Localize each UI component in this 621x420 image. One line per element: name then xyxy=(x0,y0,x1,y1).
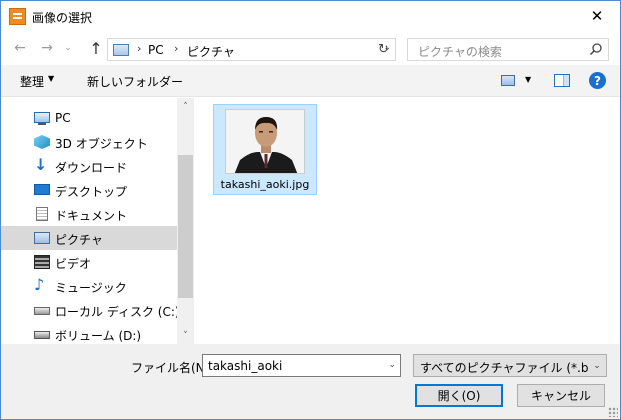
sidebar-item-volume-d[interactable]: ボリューム (D:) xyxy=(1,322,177,346)
sidebar-item-3d-objects[interactable]: 3D オブジェクト xyxy=(1,130,177,154)
download-icon: ↓ xyxy=(34,155,48,174)
address-bar[interactable]: › PC › ピクチャ ⌄ xyxy=(107,38,396,61)
sidebar-item-pc[interactable]: PC xyxy=(1,106,177,130)
sidebar-item-label: デスクトップ xyxy=(55,185,128,199)
3d-objects-icon xyxy=(34,135,50,149)
sidebar-item-label: ダウンロード xyxy=(55,161,128,175)
sidebar-item-label: ミュージック xyxy=(55,281,127,295)
scrollbar-thumb[interactable] xyxy=(178,155,193,298)
resize-grip[interactable] xyxy=(608,407,618,417)
local-disk-icon xyxy=(34,307,50,315)
sidebar-item-pictures[interactable]: ピクチャ xyxy=(1,226,177,250)
window-title: 画像の選択 xyxy=(32,11,93,25)
dialog-footer: ファイル名(N): takashi_aoki ⌄ すべてのピクチャファイル (*… xyxy=(1,344,620,419)
sidebar-item-videos[interactable]: ビデオ xyxy=(1,250,177,274)
volume-icon xyxy=(34,331,50,339)
scroll-up-chevron-icon[interactable]: ˄ xyxy=(177,98,194,115)
music-icon: ♪ xyxy=(34,275,45,294)
sidebar-item-label: ピクチャ xyxy=(55,233,103,247)
filename-value[interactable]: takashi_aoki xyxy=(208,359,282,373)
pc-stand xyxy=(38,123,46,125)
sidebar-item-label: 3D オブジェクト xyxy=(55,137,148,151)
preview-pane-icon[interactable] xyxy=(554,74,570,87)
open-button[interactable]: 開く(O) xyxy=(415,384,503,407)
command-bar: 整理 ▼ 新しいフォルダー ▼ ? xyxy=(1,65,620,97)
pictures-icon xyxy=(34,232,50,244)
sidebar-item-label: ドキュメント xyxy=(55,209,128,223)
filename-dropdown-chevron-icon[interactable]: ⌄ xyxy=(388,360,396,370)
photo-thumbnail-icon xyxy=(225,109,305,174)
change-view-icon[interactable] xyxy=(501,75,515,86)
sidebar-item-label: PC xyxy=(55,111,71,125)
scroll-down-chevron-icon[interactable]: ˅ xyxy=(177,327,194,344)
search-icon xyxy=(589,43,602,56)
close-button[interactable]: ✕ xyxy=(574,1,620,31)
up-button[interactable]: ↑ xyxy=(85,38,107,58)
search-input[interactable]: ピクチャの検索 xyxy=(407,38,609,61)
sidebar-item-local-disk-c[interactable]: ローカル ディスク (C:) xyxy=(1,298,180,322)
breadcrumb-pictures[interactable]: ピクチャ xyxy=(187,43,235,60)
cancel-button[interactable]: キャンセル xyxy=(517,384,605,407)
organize-menu[interactable]: 整理 xyxy=(20,73,44,90)
filetype-select[interactable]: すべてのピクチャファイル (*.bmp;*.JI ⌄ xyxy=(413,354,607,377)
back-button[interactable]: ← xyxy=(9,38,31,58)
file-list: takashi_aoki.jpg xyxy=(194,98,620,344)
video-icon xyxy=(34,255,50,269)
filename-field[interactable]: takashi_aoki ⌄ xyxy=(202,354,401,377)
file-name: takashi_aoki.jpg xyxy=(220,178,310,191)
pc-icon xyxy=(34,112,50,123)
sidebar-item-documents[interactable]: ドキュメント xyxy=(1,202,177,226)
desktop-icon xyxy=(34,184,50,195)
breadcrumb-separator[interactable]: › xyxy=(174,42,178,55)
navigation-pane: PC 3D オブジェクト ↓ ダウンロード デスクトップ ドキュメント ピクチャ… xyxy=(1,98,194,344)
navigation-bar: ← → ⌄ ↑ › PC › ピクチャ ⌄ ↻ ピクチャの検索 xyxy=(1,32,620,65)
new-folder-button[interactable]: 新しいフォルダー xyxy=(87,73,183,90)
sidebar-item-label: ビデオ xyxy=(55,257,92,271)
document-icon xyxy=(36,207,48,221)
sidebar-item-desktop[interactable]: デスクトップ xyxy=(1,178,177,202)
file-item[interactable]: takashi_aoki.jpg xyxy=(213,104,317,195)
sidebar-scrollbar[interactable]: ˄ ˅ xyxy=(177,98,194,344)
forward-button[interactable]: → xyxy=(36,38,58,58)
sidebar-item-label: ローカル ディスク (C:) xyxy=(55,305,180,319)
title-bar: 画像の選択 ✕ xyxy=(1,1,620,32)
breadcrumb-separator[interactable]: › xyxy=(137,42,141,55)
filetype-dropdown-chevron-icon[interactable]: ⌄ xyxy=(588,355,606,376)
recent-locations-chevron-icon[interactable]: ⌄ xyxy=(61,38,75,58)
view-dropdown-icon[interactable]: ▼ xyxy=(525,75,531,84)
sidebar-item-label: ボリューム (D:) xyxy=(55,329,142,343)
sidebar-item-downloads[interactable]: ↓ ダウンロード xyxy=(1,154,177,178)
pictures-folder-icon xyxy=(113,44,129,56)
file-open-dialog: 画像の選択 ✕ ← → ⌄ ↑ › PC › ピクチャ ⌄ ↻ ピクチャの検索 … xyxy=(0,0,621,420)
portrait-photo xyxy=(226,110,304,173)
organize-dropdown-icon[interactable]: ▼ xyxy=(48,74,54,83)
search-placeholder: ピクチャの検索 xyxy=(418,45,502,59)
breadcrumb-pc[interactable]: PC xyxy=(148,43,164,57)
sidebar-item-music[interactable]: ♪ ミュージック xyxy=(1,274,177,298)
help-icon[interactable]: ? xyxy=(589,72,606,89)
refresh-button[interactable]: ↻ xyxy=(372,38,396,61)
filetype-value: すべてのピクチャファイル (*.bmp;*.JI xyxy=(420,361,606,375)
app-icon xyxy=(9,8,26,25)
